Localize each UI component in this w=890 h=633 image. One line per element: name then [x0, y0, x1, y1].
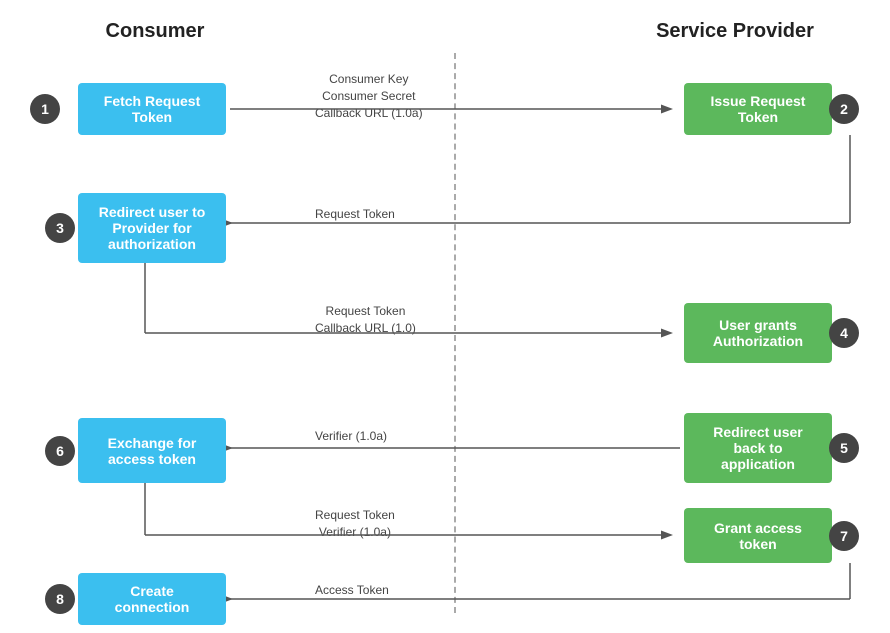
- step-3-container: 3 Redirect user to Provider for authoriz…: [60, 193, 226, 263]
- diagram-container: Consumer Service Provider: [35, 0, 855, 633]
- step-6-circle: 6: [45, 436, 75, 466]
- step-4-container: User grants Authorization 4: [684, 303, 850, 363]
- step-1-container: 1 Fetch Request Token: [60, 83, 226, 135]
- step-6-box: Exchange for access token: [78, 418, 226, 483]
- step-3-circle: 3: [45, 213, 75, 243]
- diagram-body: 1 Fetch Request Token Consumer Key Consu…: [45, 53, 865, 613]
- step-4-box: User grants Authorization: [684, 303, 832, 363]
- arrow-1-2-label: Consumer Key Consumer Secret Callback UR…: [315, 71, 423, 121]
- step-8-box: Create connection: [78, 573, 226, 625]
- step-2-container: Issue Request Token 2: [684, 83, 850, 135]
- step-8-circle: 8: [45, 584, 75, 614]
- step-5-container: Redirect user back to application 5: [684, 413, 850, 483]
- step-3-box: Redirect user to Provider for authorizat…: [78, 193, 226, 263]
- headers: Consumer Service Provider: [45, 20, 845, 43]
- step-8-container: 8 Create connection: [60, 573, 226, 625]
- provider-header: Service Provider: [625, 20, 845, 43]
- arrow-3-4-label: Request Token Callback URL (1.0): [315, 303, 416, 337]
- step-4-circle: 4: [829, 318, 859, 348]
- step-1-box: Fetch Request Token: [78, 83, 226, 135]
- step-5-circle: 5: [829, 433, 859, 463]
- arrow-7-8-label: Access Token: [315, 583, 389, 597]
- consumer-header: Consumer: [45, 20, 265, 43]
- step-5-box: Redirect user back to application: [684, 413, 832, 483]
- step-1-circle: 1: [30, 94, 60, 124]
- step-7-circle: 7: [829, 521, 859, 551]
- step-6-container: 6 Exchange for access token: [60, 418, 226, 483]
- arrow-6-7-label: Request Token Verifier (1.0a): [315, 507, 395, 541]
- step-7-container: Grant access token 7: [684, 508, 850, 563]
- arrow-2-3-label: Request Token: [315, 207, 395, 221]
- step-2-circle: 2: [829, 94, 859, 124]
- arrow-5-6-label: Verifier (1.0a): [315, 429, 387, 443]
- step-7-box: Grant access token: [684, 508, 832, 563]
- step-2-box: Issue Request Token: [684, 83, 832, 135]
- center-divider: [454, 53, 456, 613]
